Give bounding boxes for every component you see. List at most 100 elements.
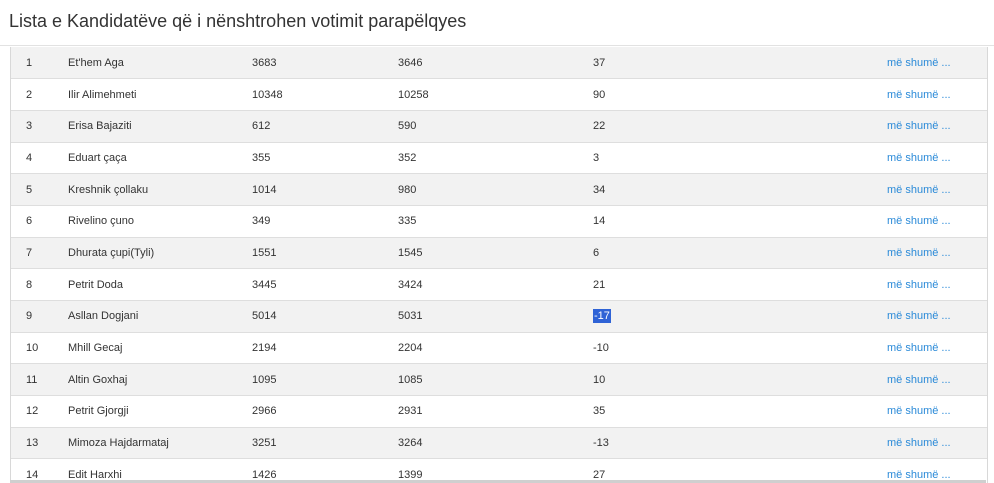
- page-title: Lista e Kandidatëve që i nënshtrohen vot…: [9, 11, 467, 31]
- votes-difference: 6: [593, 236, 887, 269]
- table-row: 12 Petrit Gjorgji 2966 2931 35 më shumë ...: [11, 395, 987, 428]
- votes-difference: 3: [593, 141, 887, 174]
- votes-difference: -17: [593, 300, 887, 333]
- candidate-name: Mhill Gecaj: [68, 331, 252, 364]
- votes-value-2: 2931: [398, 395, 593, 428]
- votes-value-1: 5014: [252, 300, 398, 333]
- votes-value-1: 355: [252, 141, 398, 174]
- votes-value-1: 3683: [252, 56, 277, 69]
- votes-difference: -13: [593, 426, 887, 459]
- row-number: 2: [11, 78, 68, 111]
- candidate-name: Altin Goxhaj: [68, 363, 252, 396]
- candidate-name: Dhurata çupi(Tyli): [68, 236, 252, 269]
- candidate-name: Mimoza Hajdarmataj: [68, 426, 252, 459]
- more-link[interactable]: më shumë ...: [887, 247, 951, 259]
- more-link-cell: më shumë ...: [887, 426, 987, 459]
- table-row: 8 Petrit Doda 3445 3424 21 më shumë ...: [11, 268, 987, 301]
- votes-value-1: 349: [252, 204, 398, 238]
- table-row: 6 Rivelino çuno 349 335 14 më shumë ...: [11, 204, 987, 238]
- votes-value-1: 2966: [252, 395, 398, 428]
- votes-value-2: 5031: [398, 300, 593, 333]
- row-number: 5: [11, 173, 68, 206]
- candidate-name: Rivelino çuno: [68, 204, 252, 238]
- votes-value-2: 2204: [398, 331, 593, 364]
- votes-value-2: 1085: [398, 363, 593, 396]
- more-link[interactable]: më shumë ...: [887, 152, 951, 164]
- candidate-name: Petrit Doda: [68, 268, 252, 301]
- table-row: 11 Altin Goxhaj 1095 1085 10 më shumë ...: [11, 363, 987, 396]
- votes-value-1: 3251: [252, 426, 398, 459]
- more-link[interactable]: më shumë ...: [887, 279, 951, 291]
- more-link-cell: më shumë ...: [887, 47, 987, 79]
- row-number: 11: [11, 363, 68, 396]
- more-link-cell: më shumë ...: [887, 78, 987, 111]
- votes-value-2: 3646: [398, 56, 423, 69]
- row-number: 7: [11, 236, 68, 269]
- selected-difference-text[interactable]: -17: [593, 309, 611, 324]
- votes-difference: 14: [593, 204, 887, 238]
- votes-difference: 90: [593, 78, 887, 111]
- candidate-name: Erisa Bajaziti: [68, 109, 252, 143]
- more-link-cell: më shumë ...: [887, 268, 987, 301]
- more-link[interactable]: më shumë ...: [887, 89, 951, 101]
- candidates-table-body: 1 Et'hem Aga 3683 3646 37 më shumë ... 2 Ilir A…: [11, 47, 987, 483]
- more-link-cell: më shumë ...: [887, 141, 987, 174]
- more-link-cell: më shumë ...: [887, 109, 987, 143]
- more-link[interactable]: më shumë ...: [887, 310, 951, 322]
- votes-value-2: 335: [398, 204, 593, 238]
- candidate-name: Kreshnik çollaku: [68, 173, 252, 206]
- more-link[interactable]: më shumë ...: [887, 342, 951, 354]
- votes-difference: 35: [593, 395, 887, 428]
- votes-value-1: 2194: [252, 331, 398, 364]
- more-link[interactable]: më shumë ...: [887, 184, 951, 196]
- votes-value-2: 3264: [398, 426, 593, 459]
- more-link-cell: më shumë ...: [887, 173, 987, 206]
- more-link[interactable]: më shumë ...: [887, 120, 951, 132]
- votes-difference: 37: [593, 56, 606, 69]
- votes-value-2: 352: [398, 141, 593, 174]
- votes-value-1: 1095: [252, 363, 398, 396]
- row-number: 9: [11, 300, 68, 333]
- title-bar: Lista e Kandidatëve që i nënshtrohen vot…: [0, 0, 994, 46]
- row-number: 12: [11, 395, 68, 428]
- votes-difference: 21: [593, 268, 887, 301]
- more-link-cell: më shumë ...: [887, 363, 987, 396]
- row-number: 13: [11, 426, 68, 459]
- more-link[interactable]: më shumë ...: [887, 215, 951, 227]
- row-number: 8: [11, 268, 68, 301]
- row-number: 4: [11, 141, 68, 174]
- table-row: 7 Dhurata çupi(Tyli) 1551 1545 6 më shumë ...: [11, 236, 987, 269]
- votes-value-2: 3424: [398, 268, 593, 301]
- more-link-cell: më shumë ...: [887, 331, 987, 364]
- more-link-cell: më shumë ...: [887, 300, 987, 333]
- more-link-cell: më shumë ...: [887, 236, 987, 269]
- candidate-name: Asllan Dogjani: [68, 300, 252, 333]
- votes-difference: 34: [593, 173, 887, 206]
- candidates-table: 1 Et'hem Aga 3683 3646 37 më shumë ... 2 Ilir A…: [11, 47, 987, 483]
- votes-difference: 22: [593, 109, 887, 143]
- votes-difference: -10: [593, 331, 887, 364]
- votes-value-1: 1551: [252, 236, 398, 269]
- row-number: 10: [11, 331, 68, 364]
- page: Lista e Kandidatëve që i nënshtrohen vot…: [0, 0, 994, 483]
- votes-value-2: 590: [398, 109, 593, 143]
- table-row: 5 Kreshnik çollaku 1014 980 34 më shumë ...: [11, 173, 987, 206]
- more-link[interactable]: më shumë ...: [887, 57, 951, 69]
- candidate-name: Ilir Alimehmeti: [68, 78, 252, 111]
- more-link[interactable]: më shumë ...: [887, 405, 951, 417]
- table-row: 9 Asllan Dogjani 5014 5031 -17 më shumë ...: [11, 300, 987, 333]
- votes-value-1: 3445: [252, 268, 398, 301]
- table-row: 4 Eduart çaça 355 352 3 më shumë ...: [11, 141, 987, 174]
- more-link[interactable]: më shumë ...: [887, 374, 951, 386]
- votes-value-1: 1014: [252, 173, 398, 206]
- candidates-table-container[interactable]: 1 Et'hem Aga 3683 3646 37 më shumë ... 2 Ilir A…: [10, 47, 988, 483]
- more-link-cell: më shumë ...: [887, 395, 987, 428]
- table-row: 10 Mhill Gecaj 2194 2204 -10 më shumë ...: [11, 331, 987, 364]
- votes-difference: 10: [593, 363, 887, 396]
- table-row: 2 Ilir Alimehmeti 10348 10258 90 më shumë ...: [11, 78, 987, 111]
- more-link[interactable]: më shumë ...: [887, 437, 951, 449]
- votes-value-1: 10348: [252, 78, 398, 111]
- candidate-name: Et'hem Aga: [68, 56, 124, 69]
- votes-value-2: 1545: [398, 236, 593, 269]
- more-link-cell: më shumë ...: [887, 204, 987, 238]
